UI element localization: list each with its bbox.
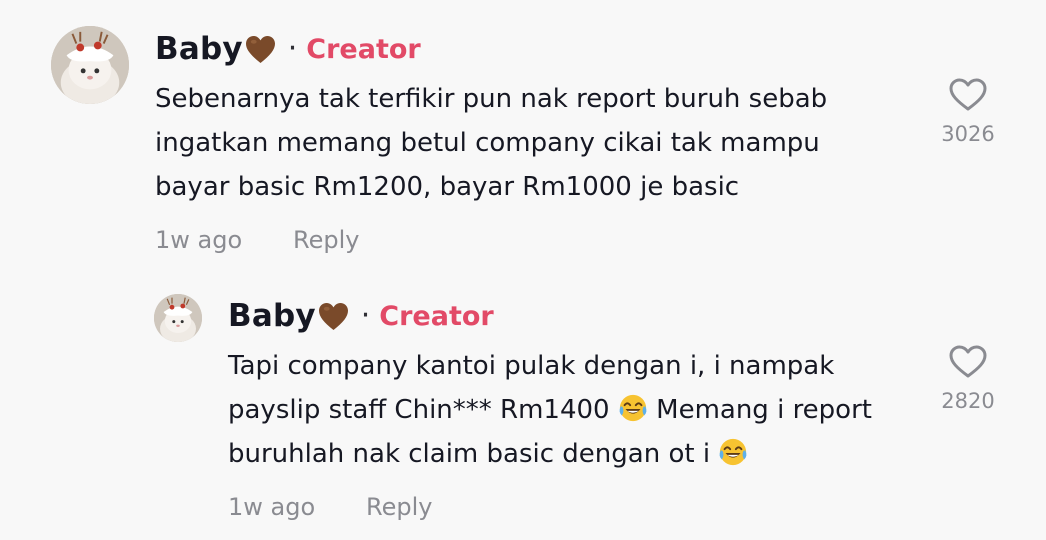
face-with-tears-of-joy-icon (718, 437, 748, 467)
comment-text-segment: buruhlah nak claim basic dengan ot i (228, 439, 711, 469)
avatar[interactable] (51, 26, 129, 104)
comment-text-line: buruhlah nak claim basic dengan ot i (228, 432, 872, 476)
face-with-tears-of-joy-icon (618, 393, 648, 423)
heart-outline-icon[interactable] (949, 345, 987, 379)
heart-outline-icon[interactable] (949, 78, 987, 112)
avatar[interactable] (154, 294, 202, 342)
reply-button[interactable]: Reply (293, 226, 359, 254)
like-control: 3026 (928, 78, 1008, 146)
comment-text-line: Sebenarnya tak terfikir pun nak report b… (155, 84, 828, 114)
like-control: 2820 (928, 345, 1008, 413)
like-count: 3026 (941, 122, 995, 146)
comment-text-segment: payslip staff Chin*** Rm1400 (228, 395, 610, 425)
comment-timestamp: 1w ago (155, 226, 243, 254)
comment-header: Baby · Creator (228, 295, 494, 337)
brown-heart-icon (245, 35, 276, 64)
avatar-image (51, 26, 129, 104)
comment-text-line: bayar basic Rm1200, bayar Rm1000 je basi… (155, 172, 740, 202)
comment-text-segment: Memang i report (656, 395, 872, 425)
separator-dot: · (360, 298, 371, 333)
comment-text-line: payslip staff Chin*** Rm1400 Memang i re… (228, 388, 872, 432)
brown-heart-icon (318, 302, 349, 331)
comment-header: Baby · Creator (155, 28, 421, 70)
comment-meta: 1w ago Reply (228, 493, 432, 521)
creator-badge: Creator (379, 300, 494, 332)
username[interactable]: Baby (155, 31, 243, 67)
comment-timestamp: 1w ago (228, 493, 316, 521)
reply-button[interactable]: Reply (366, 493, 432, 521)
avatar-image (154, 294, 202, 342)
comment-text: Tapi company kantoi pulak dengan i, i na… (228, 344, 872, 476)
comment-text: Sebenarnya tak terfikir pun nak report b… (155, 77, 827, 209)
creator-badge: Creator (306, 33, 421, 65)
comment-text-line: Tapi company kantoi pulak dengan i, i na… (228, 351, 835, 381)
comment-meta: 1w ago Reply (155, 226, 359, 254)
separator-dot: · (287, 31, 298, 66)
username[interactable]: Baby (228, 298, 316, 334)
like-count: 2820 (941, 389, 995, 413)
comment-text-line: ingatkan memang betul company cikai tak … (155, 128, 820, 158)
